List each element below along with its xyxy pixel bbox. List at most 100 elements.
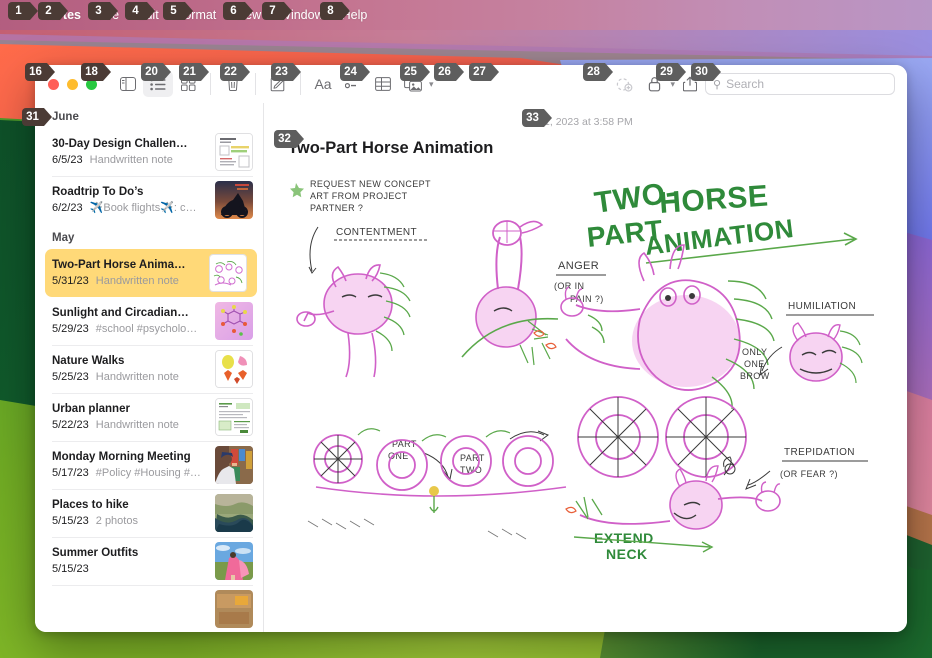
note-meta	[52, 602, 207, 617]
note-thumbnail	[215, 398, 253, 436]
note-thumbnail	[215, 302, 253, 340]
note-thumbnail	[215, 590, 253, 628]
svg-text:ART FROM PROJECT: ART FROM PROJECT	[310, 191, 408, 201]
note-text: Places to hike 5/15/23 2 photos	[52, 498, 207, 529]
note-meta: 5/17/23 #Policy #Housing #…	[52, 466, 207, 481]
annotation-badge-label: 32	[278, 133, 291, 145]
note-date: 5/31/23	[52, 274, 89, 287]
annotation-badge-28: 28	[583, 63, 613, 81]
list-item[interactable]	[35, 585, 263, 632]
annotation-badge-label: 20	[145, 66, 158, 78]
annotation-badge-label: 26	[438, 66, 451, 78]
svg-text:(OR FEAR ?): (OR FEAR ?)	[780, 469, 838, 479]
search-field[interactable]: ⚲	[705, 73, 895, 95]
list-item[interactable]: Urban planner 5/22/23 Handwritten note	[35, 393, 263, 441]
svg-text:HUMILIATION: HUMILIATION	[788, 301, 856, 312]
annotation-badge-label: 6	[230, 5, 237, 17]
svg-text:TREPIDATION: TREPIDATION	[784, 447, 855, 458]
annotation-badge-label: 7	[269, 5, 276, 17]
note-date: 6/2/23	[52, 201, 83, 214]
annotation-badge-label: 21	[183, 66, 196, 78]
annotation-badge-2: 2	[38, 2, 68, 20]
note-preview: 2 photos	[95, 514, 138, 527]
minimize-button[interactable]	[67, 78, 78, 90]
collaborate-icon[interactable]	[609, 71, 639, 97]
note-meta: 5/29/23 #school #psycholo…	[52, 322, 207, 337]
annotation-badge-label: 23	[275, 66, 288, 78]
note-preview: Handwritten note	[95, 370, 179, 383]
toolbar-divider-1	[210, 73, 211, 95]
note-thumbnail	[215, 181, 253, 219]
note-meta: 6/5/23 Handwritten note	[52, 153, 207, 168]
annotation-badge-label: 3	[95, 5, 102, 17]
handwritten-drawing-canvas[interactable]: .hw { font-family: "Liberation Sans", sa…	[288, 169, 888, 559]
list-item[interactable]: Roadtrip To Do’s 6/2/23 ✈️Book flights✈️…	[35, 176, 263, 224]
annotation-badge-7: 7	[262, 2, 292, 20]
annotation-badge-label: 4	[132, 5, 139, 17]
svg-text:BROW: BROW	[740, 371, 770, 381]
annotation-badge-22: 22	[220, 63, 250, 81]
note-detail-pane[interactable]: 31, 2023 at 3:58 PM Two-Part Horse Anima…	[264, 103, 907, 632]
note-date: 5/22/23	[52, 418, 89, 431]
note-list[interactable]: June 30-Day Design Challen… 6/5/23 Handw…	[35, 103, 264, 632]
annotation-badge-26: 26	[434, 63, 464, 81]
annotation-badge-23: 23	[271, 63, 301, 81]
note-text: 30-Day Design Challen… 6/5/23 Handwritte…	[52, 137, 207, 168]
format-aa-icon[interactable]: Aa	[308, 71, 338, 97]
note-title: Urban planner	[52, 402, 130, 415]
note-meta: 5/22/23 Handwritten note	[52, 418, 207, 433]
annotation-badge-5: 5	[163, 2, 193, 20]
list-item[interactable]: Monday Morning Meeting 5/17/23 #Policy #…	[35, 441, 263, 489]
annotation-badge-label: 29	[660, 66, 673, 78]
list-item[interactable]: 30-Day Design Challen… 6/5/23 Handwritte…	[35, 128, 263, 176]
list-item[interactable]: Summer Outfits 5/15/23	[35, 537, 263, 585]
annotation-badge-label: 30	[695, 66, 708, 78]
note-thumbnail	[215, 494, 253, 532]
annotation-badge-label: 16	[29, 66, 42, 78]
note-title: Nature Walks	[52, 354, 125, 367]
annotation-badge-label: 25	[404, 66, 417, 78]
annotation-badge-label: 31	[26, 111, 39, 123]
annotation-badge-25: 25	[400, 63, 430, 81]
table-icon[interactable]	[368, 71, 398, 97]
search-input[interactable]	[726, 77, 887, 91]
note-timestamp: 31, 2023 at 3:58 PM	[538, 116, 633, 128]
note-text: Nature Walks 5/25/23 Handwritten note	[52, 354, 207, 385]
annotation-badge-21: 21	[179, 63, 209, 81]
note-text: Monday Morning Meeting 5/17/23 #Policy #…	[52, 450, 207, 481]
sidebar-icon[interactable]	[113, 71, 143, 97]
list-item[interactable]: Nature Walks 5/25/23 Handwritten note	[35, 345, 263, 393]
list-item[interactable]: Sunlight and Circadian… 5/29/23 #school …	[35, 297, 263, 345]
annotation-badge-8: 8	[320, 2, 350, 20]
list-item-selected[interactable]: Two-Part Horse Anima… 5/31/23 Handwritte…	[45, 249, 257, 297]
note-text: Sunlight and Circadian… 5/29/23 #school …	[52, 306, 207, 337]
note-meta: 5/15/23 2 photos	[52, 514, 207, 529]
note-text: Urban planner 5/22/23 Handwritten note	[52, 402, 207, 433]
annotation-badge-18: 18	[81, 63, 111, 81]
annotation-badge-16: 16	[25, 63, 55, 81]
note-title: Sunlight and Circadian…	[52, 306, 189, 319]
svg-text:ONLY: ONLY	[742, 347, 767, 357]
svg-text:PARTNER ?: PARTNER ?	[310, 203, 363, 213]
toolbar-divider-2	[255, 73, 256, 95]
note-preview: ✈️Book flights✈️: c…	[89, 201, 197, 214]
notes-window: Aa ▾ ▾ ⚲ June	[35, 65, 907, 632]
annotation-badge-label: 18	[85, 66, 98, 78]
note-thumbnail	[209, 254, 247, 292]
note-title: 30-Day Design Challen…	[52, 137, 188, 150]
annotation-badge-31: 31	[22, 108, 52, 126]
note-preview: Handwritten note	[95, 418, 179, 431]
list-item[interactable]: Places to hike 5/15/23 2 photos	[35, 489, 263, 537]
window-body: June 30-Day Design Challen… 6/5/23 Handw…	[35, 103, 907, 632]
annotation-badge-29: 29	[656, 63, 686, 81]
note-meta: 5/31/23 Handwritten note	[52, 274, 201, 289]
annotation-badge-label: 5	[170, 5, 177, 17]
svg-text:CONTENTMENT: CONTENTMENT	[336, 227, 417, 238]
annotation-badge-1: 1	[8, 2, 38, 20]
note-preview: Handwritten note	[89, 153, 173, 166]
note-thumbnail	[215, 446, 253, 484]
note-text: Roadtrip To Do’s 6/2/23 ✈️Book flights✈️…	[52, 185, 207, 216]
note-preview: #Policy #Housing #…	[95, 466, 201, 479]
note-title: Places to hike	[52, 498, 129, 511]
horse-animation-sketch: .hw { font-family: "Liberation Sans", sa…	[288, 169, 888, 559]
